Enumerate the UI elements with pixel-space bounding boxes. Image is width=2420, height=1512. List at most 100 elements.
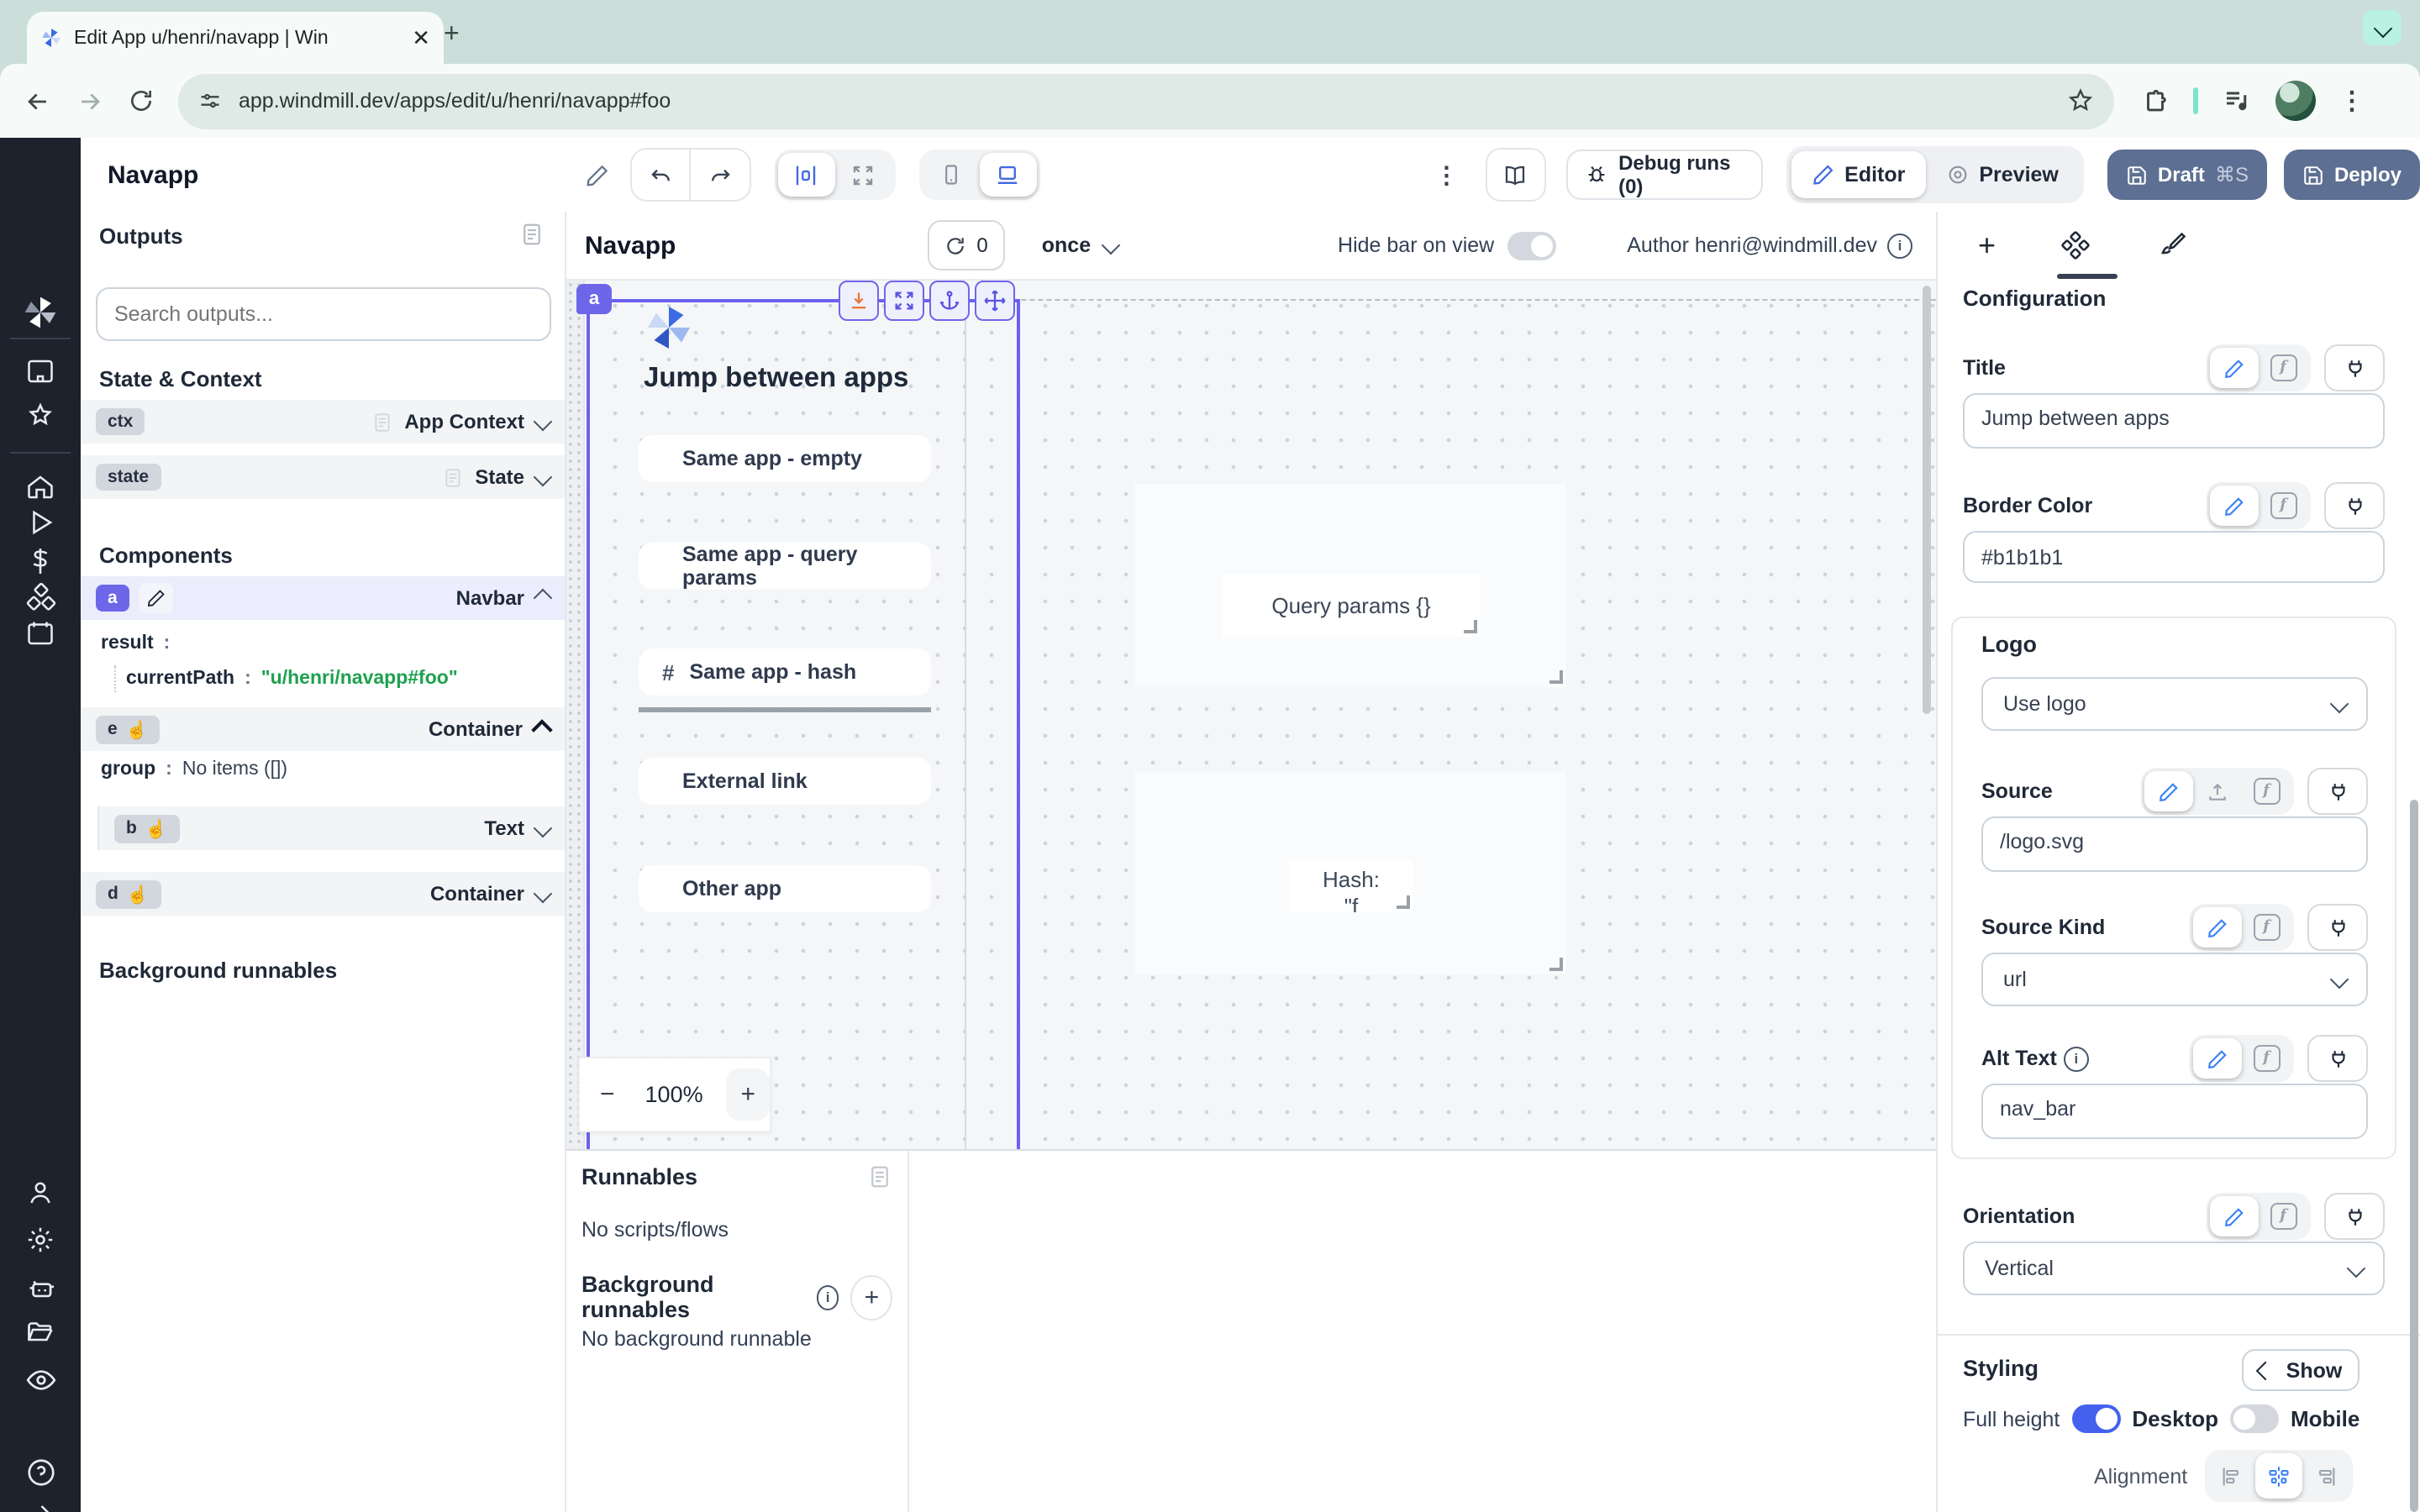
rail-variables-icon[interactable] [0,546,81,576]
zoom-out-button[interactable]: − [600,1080,615,1109]
container-component-hash[interactable]: Hash:"f [1134,771,1566,974]
resize-handle[interactable] [1549,958,1563,971]
rail-apps-icon[interactable] [0,356,81,386]
chevron-up-icon[interactable] [531,718,552,739]
panel-doc-icon[interactable] [867,1164,892,1189]
rename-pencil-icon[interactable] [585,162,610,187]
profile-avatar[interactable] [2275,81,2316,121]
run-mode-select[interactable]: once [1042,234,1118,257]
output-row-state[interactable]: state State [81,455,565,499]
info-icon[interactable]: i [816,1284,839,1310]
connect-plug-button[interactable] [2307,768,2368,815]
resize-handle[interactable] [1549,670,1563,684]
border-color-input[interactable] [1963,531,2385,583]
undo-button[interactable] [632,150,692,200]
result-row[interactable]: result: [101,633,170,654]
source-kind-select[interactable]: url [1981,953,2368,1006]
text-component-query-params[interactable]: Query params {} [1222,575,1481,637]
group-row[interactable]: group: No items ([]) [101,759,287,780]
config-scrollbar[interactable] [2410,800,2418,1512]
connect-plug-button[interactable] [2324,482,2385,529]
rail-audit-icon[interactable] [0,1364,81,1396]
docs-button[interactable] [1485,148,1546,202]
component-row-container-d[interactable]: d☝ Container [81,872,565,916]
javascript-mode-icon[interactable]: f [2242,771,2291,811]
container-component-query[interactable]: Query params {} [1134,484,1566,687]
info-icon[interactable]: i [1887,233,1912,258]
chevron-down-icon[interactable] [534,885,553,904]
javascript-mode-icon[interactable]: f [2242,907,2291,948]
connect-plug-button[interactable] [2307,904,2368,951]
static-mode-pencil-icon[interactable] [2210,348,2259,388]
nav-link-active[interactable]: # Same app - hash [639,648,931,696]
debug-runs-button[interactable]: Debug runs (0) [1566,150,1762,200]
align-center-icon[interactable] [2254,1453,2302,1499]
zoom-in-button[interactable]: + [727,1068,770,1121]
expand-down-button[interactable] [839,281,879,321]
component-settings-tab[interactable] [2060,230,2090,260]
app-canvas[interactable]: a Jump between apps Same app - empty Sam… [566,281,1936,1149]
chevron-down-icon[interactable] [534,819,553,838]
desktop-view-button[interactable] [979,153,1036,197]
full-height-mobile-toggle[interactable] [2230,1404,2279,1433]
upload-mode-icon[interactable] [2193,771,2242,811]
align-left-icon[interactable] [2207,1453,2254,1499]
text-component-hash[interactable]: Hash:"f [1289,860,1413,912]
static-mode-pencil-icon[interactable] [2193,1038,2242,1079]
orientation-select[interactable]: Vertical [1963,1242,2385,1295]
connect-plug-button[interactable] [2307,1035,2368,1082]
canvas-scrollbar[interactable] [1923,286,1931,714]
url-bar[interactable]: app.windmill.dev/apps/edit/u/henri/navap… [178,73,2114,129]
static-mode-pencil-icon[interactable] [2210,1196,2259,1236]
source-input[interactable]: /logo.svg [1981,816,2368,872]
component-row-container-e[interactable]: e☝ Container [81,707,565,751]
deploy-button[interactable]: Deploy [2284,150,2420,200]
centered-layout-button[interactable] [777,153,834,197]
nav-link[interactable]: Same app - empty [639,435,931,482]
component-row-navbar[interactable]: a Navbar [81,576,565,620]
browser-menu-icon[interactable]: ⋮ [2339,86,2365,116]
nav-link[interactable]: Same app - query params [639,543,931,590]
title-input[interactable]: Jump between apps [1963,393,2385,449]
preview-tab[interactable]: Preview [1925,151,2079,198]
rail-home-icon[interactable] [0,472,81,502]
search-outputs-input[interactable] [96,287,551,341]
show-styling-button[interactable]: Show [2242,1349,2360,1391]
output-row-ctx[interactable]: ctx App Context [81,400,565,444]
add-background-runnable-button[interactable]: + [851,1274,892,1320]
rail-expand-icon[interactable] [0,1499,81,1512]
info-icon[interactable]: i [2064,1046,2089,1071]
fullscreen-component-button[interactable] [884,281,924,321]
rail-folders-icon[interactable] [0,1317,81,1347]
insert-component-tab[interactable]: + [1978,228,1996,263]
redo-button[interactable] [692,150,750,200]
full-height-desktop-toggle[interactable] [2071,1404,2120,1433]
chevron-down-icon[interactable] [534,412,553,432]
anchor-component-button[interactable] [929,281,970,321]
javascript-mode-icon[interactable]: f [2259,348,2307,388]
move-component-button[interactable] [975,281,1015,321]
bookmark-star-icon[interactable] [2067,87,2094,114]
connect-plug-button[interactable] [2324,1193,2385,1240]
media-controls-icon[interactable] [2222,86,2252,116]
selected-component-badge[interactable]: a [576,284,612,314]
chevron-down-icon[interactable] [534,468,553,487]
tab-close-icon[interactable]: ✕ [412,24,430,51]
panel-doc-icon[interactable] [519,222,544,247]
static-mode-pencil-icon[interactable] [2144,771,2193,811]
rail-help-icon[interactable] [0,1457,81,1488]
new-tab-button[interactable]: + [444,20,460,50]
chevron-up-icon[interactable] [534,589,553,608]
editor-tab[interactable]: Editor [1791,151,1925,198]
site-settings-icon[interactable] [198,89,222,113]
fullwidth-layout-button[interactable] [834,153,892,197]
alt-text-input[interactable]: nav_bar [1981,1084,2368,1139]
rail-users-icon[interactable] [0,1178,81,1208]
current-path-row[interactable]: currentPath: "u/henri/navapp#foo" [114,665,458,692]
more-options-icon[interactable]: ⋮ [1434,160,1458,189]
align-right-icon[interactable] [2302,1453,2349,1499]
mobile-view-button[interactable] [922,153,979,197]
forward-icon[interactable] [76,87,104,115]
edit-pencil-icon[interactable] [139,583,173,613]
rail-favorites-icon[interactable] [0,402,81,432]
